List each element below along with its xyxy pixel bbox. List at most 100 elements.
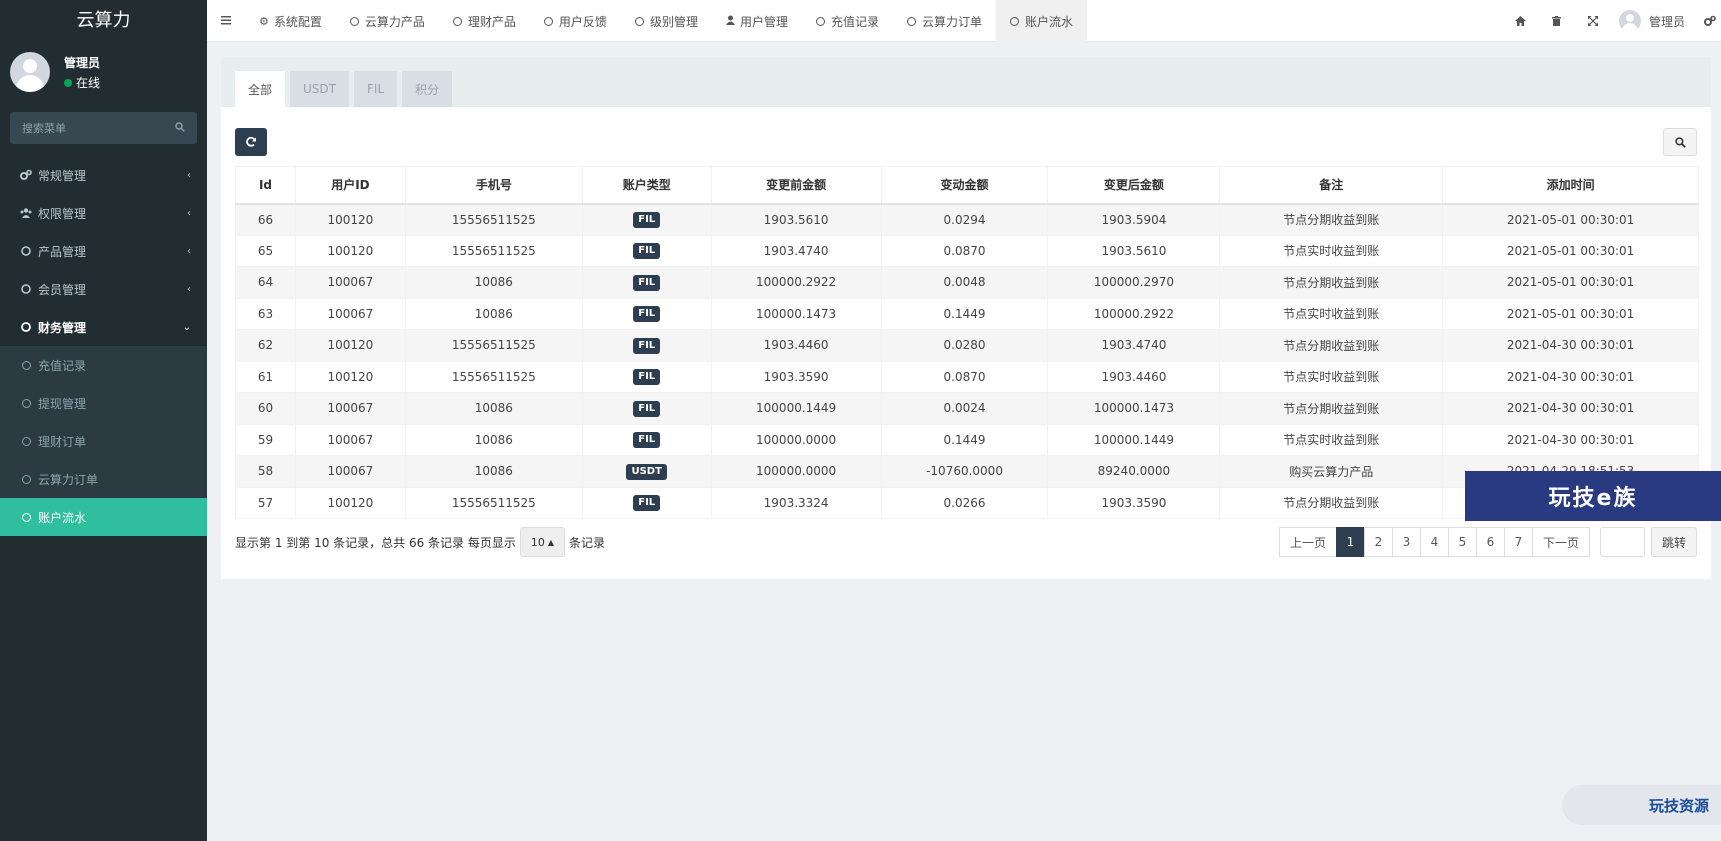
table-cell: 100067 xyxy=(294,423,406,456)
column-header[interactable]: 变动金额 xyxy=(880,166,1049,205)
tab-fil[interactable]: FIL xyxy=(354,71,398,107)
menu-item-permissions[interactable]: 权限管理 ‹ xyxy=(0,194,207,232)
tab-recharge-records[interactable]: 充值记录 xyxy=(802,0,893,42)
tab-wealth-products[interactable]: 理财产品 xyxy=(439,0,530,42)
account-type-badge: FIL xyxy=(633,337,661,354)
table-row[interactable]: 65 100120 15556511525 FIL 1903.4740 0.0870 190… xyxy=(235,234,1699,267)
chevron-left-icon: ‹ xyxy=(187,284,191,295)
tab-label: 充值记录 xyxy=(830,14,879,29)
table-cell: 15556511525 xyxy=(404,360,583,393)
tab-points[interactable]: 积分 xyxy=(402,71,453,107)
table-cell: 61 xyxy=(235,360,296,393)
menu-item-products[interactable]: 产品管理 ‹ xyxy=(0,232,207,270)
account-type-badge: FIL xyxy=(633,432,661,449)
table-cell: 节点实时收益到账 xyxy=(1219,297,1444,330)
table-cell: 0.0266 xyxy=(880,486,1049,519)
sidebar-item-recharge-records[interactable]: 充值记录 xyxy=(0,346,207,384)
page-button-5[interactable]: 5 xyxy=(1447,527,1477,557)
column-header[interactable]: 手机号 xyxy=(404,166,583,205)
table-cell: 100000.0000 xyxy=(710,423,882,456)
column-header[interactable]: 备注 xyxy=(1219,166,1444,205)
nav-tabs: ⚙ 系统配置 云算力产品 理财产品 用户反馈 级别管理 用户管理 充值记录 云算力… xyxy=(245,0,1088,42)
circle-icon xyxy=(906,16,916,26)
column-header[interactable]: 变更前金额 xyxy=(710,166,882,205)
nav-right-tools: 管理员 xyxy=(1503,0,1721,42)
column-header[interactable]: Id xyxy=(235,166,296,205)
table-cell: 60 xyxy=(235,392,296,425)
menu-item-members[interactable]: 会员管理 ‹ xyxy=(0,270,207,308)
page-button-6[interactable]: 6 xyxy=(1475,527,1505,557)
tab-user-feedback[interactable]: 用户反馈 xyxy=(530,0,621,42)
sidebar-item-account-flow[interactable]: 账户流水 xyxy=(0,498,207,536)
menu-search-input[interactable] xyxy=(10,112,197,144)
table-cell: 1903.4740 xyxy=(710,234,882,267)
jump-button[interactable]: 跳转 xyxy=(1650,527,1697,557)
table-cell: 66 xyxy=(235,203,296,236)
fullscreen-icon[interactable] xyxy=(1575,0,1611,42)
table-row[interactable]: 63 100067 10086 FIL 100000.1473 0.1449 100000.… xyxy=(235,297,1699,330)
jump-page-input[interactable] xyxy=(1599,527,1645,557)
table-cell: 节点分期收益到账 xyxy=(1219,392,1444,425)
page-button-7[interactable]: 7 xyxy=(1503,527,1533,557)
chevron-down-icon: ⌄ xyxy=(182,322,191,333)
user-icon xyxy=(725,14,735,28)
tab-level-management[interactable]: 级别管理 xyxy=(621,0,712,42)
tab-cloud-products[interactable]: 云算力产品 xyxy=(336,0,439,42)
table-search-button[interactable] xyxy=(1663,128,1697,156)
table-cell: 1903.4740 xyxy=(1047,329,1221,362)
tab-cloud-orders[interactable]: 云算力订单 xyxy=(893,0,996,42)
account-type-badge: FIL xyxy=(633,243,661,260)
circle-icon xyxy=(22,398,31,408)
table-cell: 0.0870 xyxy=(880,234,1049,267)
sidebar-item-wealth-orders[interactable]: 理财订单 xyxy=(0,422,207,460)
nav-user-menu[interactable]: 管理员 xyxy=(1611,10,1699,32)
page-button-4[interactable]: 4 xyxy=(1419,527,1449,557)
table-cell: 0.0870 xyxy=(880,360,1049,393)
sidebar-item-withdrawals[interactable]: 提现管理 xyxy=(0,384,207,422)
page-button-2[interactable]: 2 xyxy=(1363,527,1393,557)
table-row[interactable]: 61 100120 15556511525 FIL 1903.3590 0.0870 190… xyxy=(235,360,1699,393)
chevron-left-icon: ‹ xyxy=(187,208,191,219)
tab-label: 级别管理 xyxy=(649,14,698,29)
tab-system-config[interactable]: ⚙ 系统配置 xyxy=(245,0,336,42)
page-size-select[interactable]: 10 ▲ xyxy=(519,527,566,557)
table-row[interactable]: 59 100067 10086 FIL 100000.0000 0.1449 100000.… xyxy=(235,423,1699,456)
table-row[interactable]: 62 100120 15556511525 FIL 1903.4460 0.0280 190… xyxy=(235,329,1699,362)
home-icon[interactable] xyxy=(1503,0,1539,42)
page-button-3[interactable]: 3 xyxy=(1391,527,1421,557)
table-cell: 2021-05-01 00:30:01 xyxy=(1442,234,1699,267)
next-page-button[interactable]: 下一页 xyxy=(1531,527,1590,557)
tab-account-flow[interactable]: 账户流水 xyxy=(996,0,1088,42)
user-status: 在线 xyxy=(64,74,100,91)
tab-all[interactable]: 全部 xyxy=(235,71,286,107)
table-cell: FIL xyxy=(581,360,712,393)
menu-item-general[interactable]: 常规管理 ‹ xyxy=(0,156,207,194)
table-cell: 100120 xyxy=(294,486,406,519)
column-header[interactable]: 账户类型 xyxy=(581,166,712,205)
column-header[interactable]: 用户ID xyxy=(294,166,406,205)
table-row[interactable]: 60 100067 10086 FIL 100000.1449 0.0024 100000.… xyxy=(235,392,1699,425)
menu-item-finance[interactable]: 财务管理 ⌄ xyxy=(0,308,207,346)
search-icon[interactable] xyxy=(175,122,185,132)
sidebar-item-cloud-orders[interactable]: 云算力订单 xyxy=(0,460,207,498)
cogs-icon[interactable] xyxy=(1699,0,1721,42)
table-cell: 15556511525 xyxy=(404,329,583,362)
refresh-button[interactable] xyxy=(235,128,267,156)
column-header[interactable]: 变更后金额 xyxy=(1047,166,1221,205)
table-cell: 0.0294 xyxy=(880,203,1049,236)
table-row[interactable]: 64 100067 10086 FIL 100000.2922 0.0048 100000.… xyxy=(235,266,1699,299)
menu-toggle-icon[interactable] xyxy=(221,15,231,25)
tab-label: 理财产品 xyxy=(467,14,516,29)
tab-user-management[interactable]: 用户管理 xyxy=(712,0,802,42)
prev-page-button[interactable]: 上一页 xyxy=(1278,527,1337,557)
menu-item-label: 产品管理 xyxy=(38,244,87,259)
refresh-icon xyxy=(246,136,256,147)
table-cell: 2021-04-30 00:30:01 xyxy=(1442,423,1699,456)
brand-logo[interactable]: 云算力 xyxy=(0,0,207,42)
tab-usdt[interactable]: USDT xyxy=(290,71,349,107)
trash-icon[interactable] xyxy=(1539,0,1575,42)
panel-header: 全部 USDT FIL 积分 xyxy=(221,57,1711,107)
table-row[interactable]: 66 100120 15556511525 FIL 1903.5610 0.0294 190… xyxy=(235,203,1699,236)
page-button-1[interactable]: 1 xyxy=(1335,527,1365,557)
column-header[interactable]: 添加时间 xyxy=(1442,166,1699,205)
